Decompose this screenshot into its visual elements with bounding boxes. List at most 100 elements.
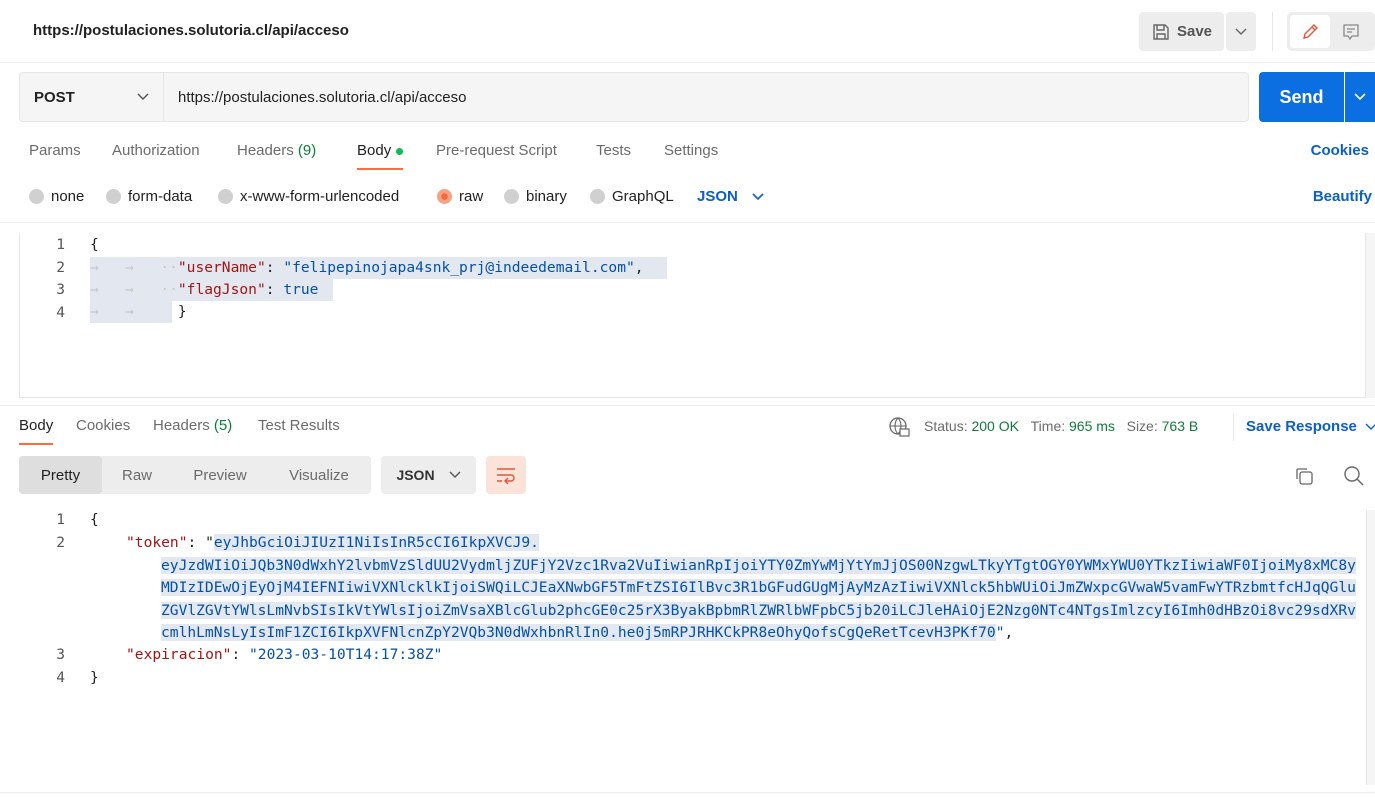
response-tab-cookies[interactable]: Cookies	[76, 417, 130, 434]
method-select[interactable]: POST	[19, 72, 164, 122]
divider	[0, 222, 1375, 223]
radio-circle	[29, 189, 44, 204]
json-value: true	[283, 281, 319, 298]
line-number: 4	[56, 304, 65, 321]
wrap-lines-button[interactable]	[486, 456, 526, 494]
editor-scrollbar[interactable]	[1365, 233, 1375, 398]
response-tab-body[interactable]: Body	[19, 417, 54, 445]
json-key: "expiracion"	[126, 646, 232, 663]
radio-binary[interactable]: binary	[504, 188, 567, 205]
save-dropdown-button[interactable]	[1226, 12, 1256, 51]
line-number: 2	[56, 259, 65, 276]
edit-mode-button[interactable]	[1290, 15, 1330, 48]
code-line: "expiracion": "2023-03-10T14:17:38Z"	[126, 646, 443, 663]
response-scrollbar[interactable]	[1366, 510, 1375, 785]
tab-pre-request-script[interactable]: Pre-request Script	[436, 142, 557, 159]
code-line: → → }	[90, 301, 187, 323]
save-response-button[interactable]: Save Response	[1246, 418, 1375, 435]
headers-count: (9)	[297, 142, 317, 159]
radio-label: x-www-form-urlencoded	[240, 188, 400, 205]
chevron-down-icon	[1235, 28, 1247, 35]
status-value[interactable]: 200 OK	[971, 418, 1018, 434]
send-button[interactable]: Send	[1259, 72, 1344, 122]
request-title[interactable]: https://postulaciones.solutoria.cl/api/a…	[33, 22, 349, 39]
token-value: eyJhbGciOiJIUzI1NiIsInR5cCI6IkpXVCJ9.​ey…	[161, 534, 1356, 641]
brace: {	[90, 511, 99, 528]
language-value: JSON	[697, 188, 738, 205]
whitespace-marker: → →	[90, 303, 178, 320]
save-button[interactable]: Save	[1139, 12, 1224, 51]
radio-form-data[interactable]: form-data	[106, 188, 192, 205]
radio-none[interactable]: none	[29, 188, 84, 205]
json-key: "userName"	[177, 259, 266, 276]
headers-count: (5)	[213, 417, 233, 434]
code-line: {	[90, 236, 99, 253]
radio-graphql[interactable]: GraphQL	[590, 188, 674, 205]
radio-label: none	[51, 188, 85, 205]
response-tab-headers[interactable]: Headers (5)	[153, 417, 232, 434]
chevron-down-icon	[449, 471, 461, 478]
radio-circle	[504, 189, 519, 204]
chevron-down-icon	[1354, 93, 1366, 101]
chevron-down-icon	[1365, 423, 1375, 430]
beautify-link[interactable]: Beautify	[1313, 188, 1372, 205]
comments-button[interactable]	[1332, 15, 1370, 48]
search-icon[interactable]	[1343, 465, 1365, 492]
status-label: Status:	[924, 418, 968, 434]
size-label: Size:	[1126, 418, 1158, 434]
tab-params[interactable]: Params	[29, 142, 81, 159]
save-icon	[1153, 23, 1169, 40]
view-pretty[interactable]: Pretty	[19, 456, 102, 494]
json-key: "flagJson"	[177, 281, 266, 298]
tab-label: Body	[357, 142, 392, 159]
line-number: 3	[56, 281, 65, 298]
view-raw[interactable]: Raw	[104, 456, 170, 494]
divider	[0, 405, 1375, 406]
network-globe-lock-icon[interactable]	[888, 416, 910, 443]
json-key: "token"	[126, 534, 188, 551]
cookies-link[interactable]: Cookies	[1311, 142, 1369, 159]
json-value: "2023-03-10T14:17:38Z"	[249, 646, 443, 663]
chevron-down-icon	[137, 93, 149, 100]
code-line: → → ··"userName": "felipepinojapa4snk_pr…	[90, 257, 667, 279]
tab-label: Headers	[153, 417, 210, 434]
view-preview[interactable]: Preview	[174, 456, 266, 494]
tab-label: Headers	[237, 142, 294, 159]
code-line: → → ··"flagJson": true	[90, 279, 333, 301]
chevron-down-icon	[752, 192, 764, 200]
time-label: Time:	[1030, 418, 1066, 434]
divider	[0, 62, 1375, 63]
size-value[interactable]: 763 B	[1162, 418, 1199, 434]
tab-settings[interactable]: Settings	[664, 142, 718, 159]
line-number: 1	[56, 511, 65, 528]
tab-body[interactable]: Body	[357, 142, 404, 170]
method-value: POST	[34, 88, 75, 106]
copy-icon[interactable]	[1294, 466, 1314, 491]
radio-circle-selected	[437, 189, 452, 204]
radio-x-www-form-urlencoded[interactable]: x-www-form-urlencoded	[218, 188, 399, 205]
tab-headers[interactable]: Headers (9)	[237, 142, 316, 159]
divider	[1272, 12, 1273, 51]
radio-circle	[218, 189, 233, 204]
json-value: "felipepinojapa4snk_prj@indeedemail.com"	[283, 259, 635, 276]
wrap-lines-icon	[497, 468, 515, 484]
tab-authorization[interactable]: Authorization	[112, 142, 200, 159]
pencil-icon	[1303, 23, 1318, 39]
time-value[interactable]: 965 ms	[1069, 418, 1115, 434]
radio-circle	[590, 189, 605, 204]
view-visualize[interactable]: Visualize	[270, 456, 368, 494]
divider	[1233, 413, 1234, 441]
language-select[interactable]: JSON	[697, 188, 764, 205]
url-input[interactable]: https://postulaciones.solutoria.cl/api/a…	[163, 72, 1249, 122]
send-dropdown-button[interactable]	[1345, 72, 1375, 122]
radio-raw[interactable]: raw	[437, 188, 483, 205]
brace: {	[90, 236, 99, 253]
tab-tests[interactable]: Tests	[596, 142, 631, 159]
radio-label: form-data	[128, 188, 193, 205]
save-label: Save	[1176, 23, 1213, 40]
radio-label: GraphQL	[612, 188, 674, 205]
response-tab-test-results[interactable]: Test Results	[258, 417, 340, 434]
divider	[0, 792, 1375, 793]
response-format-select[interactable]: JSON	[381, 456, 476, 494]
whitespace-marker: → → ··	[90, 259, 178, 276]
